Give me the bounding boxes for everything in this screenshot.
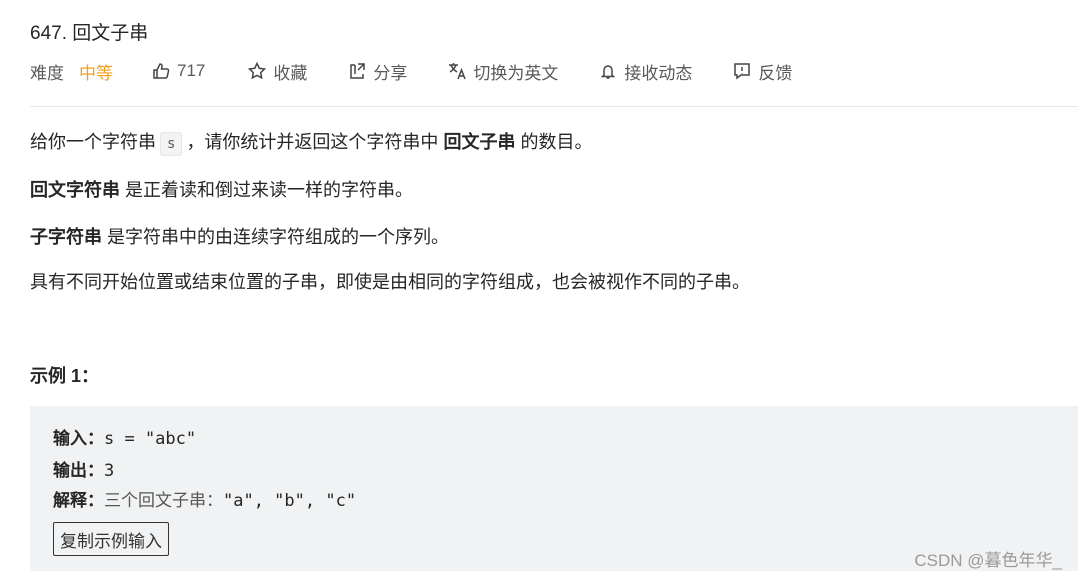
example-explain-line: 解释：三个回文子串："a", "b", "c"	[53, 486, 356, 511]
watermark: CSDN @暮色年华_	[914, 551, 1062, 570]
feedback-button[interactable]: 反馈	[732, 59, 792, 84]
difficulty-label: 难度	[30, 63, 64, 83]
description-paragraph-4: 具有不同开始位置或结束位置的子串，即使是由相同的字符组成，也会被视作不同的子串。	[30, 268, 750, 294]
notify-button[interactable]: 接收动态	[598, 59, 692, 84]
description-paragraph-3: 子字符串 是字符串中的由连续字符组成的一个序列。	[30, 223, 449, 249]
header-divider	[30, 106, 1078, 107]
difficulty: 难度 中等	[30, 59, 113, 84]
like-button[interactable]: 717	[151, 61, 205, 81]
explain-values: "a", "b", "c"	[223, 491, 357, 511]
translate-label: 切换为英文	[473, 63, 559, 83]
star-icon	[247, 61, 267, 81]
share-button[interactable]: 分享	[347, 59, 407, 84]
description-paragraph-1: 给你一个字符串 s ，请你统计并返回这个字符串中 回文子串 的数目。	[30, 128, 592, 156]
example-input-line: 输入：s = "abc"	[53, 424, 196, 449]
p1-bold-term: 回文子串	[443, 132, 516, 152]
bell-icon	[598, 61, 618, 81]
thumbs-up-icon	[151, 61, 171, 81]
p1-middle: ，请你统计并返回这个字符串中	[186, 132, 439, 152]
output-label: 输出：	[53, 461, 104, 481]
problem-meta-bar: 难度 中等 717 收藏 分享 切换为英文 接收动态 反馈	[30, 58, 792, 84]
difficulty-value: 中等	[79, 63, 113, 83]
feedback-icon	[732, 61, 752, 81]
explain-text: 三个回文子串：	[104, 491, 223, 511]
p2-bold-term: 回文字符串	[30, 180, 120, 200]
share-icon	[347, 61, 367, 81]
output-value: 3	[104, 461, 115, 481]
explain-label: 解释：	[53, 491, 104, 511]
input-label: 输入：	[53, 429, 104, 449]
p4-text: 具有不同开始位置或结束位置的子串，即使是由相同的字符组成，也会被视作不同的子串。	[30, 272, 750, 292]
problem-page: 647. 回文子串 难度 中等 717 收藏 分享 切换为英文 接收动态 反馈 …	[0, 0, 1078, 577]
inline-code-s: s	[160, 132, 183, 156]
feedback-label: 反馈	[758, 63, 793, 83]
p1-suffix: 的数目。	[520, 132, 593, 152]
notify-label: 接收动态	[624, 63, 693, 83]
p3-text: 是字符串中的由连续字符组成的一个序列。	[107, 227, 450, 247]
translate-button[interactable]: 切换为英文	[447, 59, 558, 84]
p1-prefix: 给你一个字符串	[30, 132, 156, 152]
problem-title: 647. 回文子串	[30, 23, 149, 44]
description-paragraph-2: 回文字符串 是正着读和倒过来读一样的字符串。	[30, 176, 413, 202]
like-count: 717	[177, 61, 206, 80]
p2-text: 是正着读和倒过来读一样的字符串。	[125, 180, 414, 200]
translate-icon	[447, 61, 467, 81]
example-output-line: 输出：3	[53, 456, 114, 481]
input-value: s = "abc"	[104, 429, 197, 449]
share-label: 分享	[373, 63, 408, 83]
copy-example-input-button[interactable]: 复制示例输入	[53, 522, 169, 556]
favorite-button[interactable]: 收藏	[247, 59, 307, 84]
favorite-label: 收藏	[273, 63, 308, 83]
p3-bold-term: 子字符串	[30, 227, 102, 247]
example-title: 示例 1：	[30, 366, 100, 386]
